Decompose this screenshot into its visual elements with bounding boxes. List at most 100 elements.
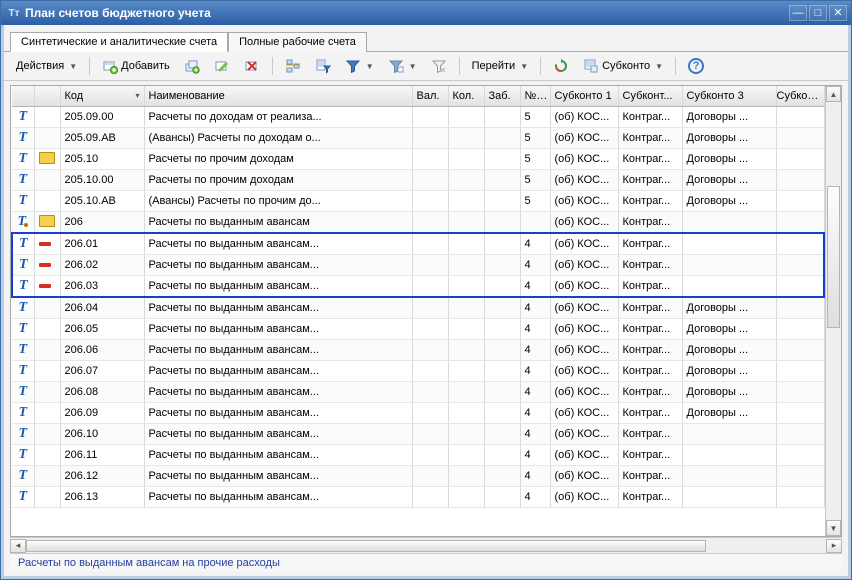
cell-name[interactable]: Расчеты по выданным авансам... xyxy=(144,275,412,297)
cell-n[interactable]: 4 xyxy=(520,402,550,423)
cell-s4[interactable] xyxy=(776,254,824,275)
cell-n[interactable]: 4 xyxy=(520,465,550,486)
cell-s2[interactable]: Контраг... xyxy=(618,190,682,211)
cell-val[interactable] xyxy=(412,360,448,381)
cell-code[interactable]: 205.10.АВ xyxy=(60,190,144,211)
cell-kol[interactable] xyxy=(448,127,484,148)
cell-val[interactable] xyxy=(412,465,448,486)
cell-zab[interactable] xyxy=(484,254,520,275)
table-row[interactable]: Т206.11Расчеты по выданным авансам...4(о… xyxy=(12,444,824,465)
cell-s4[interactable] xyxy=(776,211,824,233)
cell-s3[interactable]: Договоры ... xyxy=(682,318,776,339)
col-header-s1[interactable]: Субконто 1 xyxy=(550,86,618,106)
table-row[interactable]: Т205.10Расчеты по прочим доходам5(об) КО… xyxy=(12,148,824,169)
cell-val[interactable] xyxy=(412,275,448,297)
scroll-right-button[interactable]: ▸ xyxy=(826,539,842,553)
table-row[interactable]: Т205.09.АВ(Авансы) Расчеты по доходам о.… xyxy=(12,127,824,148)
cell-s4[interactable] xyxy=(776,106,824,127)
cell-s1[interactable]: (об) КОС... xyxy=(550,169,618,190)
cell-kol[interactable] xyxy=(448,486,484,507)
cell-n[interactable]: 4 xyxy=(520,233,550,255)
cell-s1[interactable]: (об) КОС... xyxy=(550,275,618,297)
cell-val[interactable] xyxy=(412,297,448,319)
cell-s2[interactable]: Контраг... xyxy=(618,318,682,339)
cell-s2[interactable]: Контраг... xyxy=(618,465,682,486)
scroll-thumb[interactable] xyxy=(26,540,706,552)
table-row[interactable]: Т206.08Расчеты по выданным авансам...4(о… xyxy=(12,381,824,402)
cell-val[interactable] xyxy=(412,254,448,275)
table-row[interactable]: Т206.03Расчеты по выданным авансам...4(о… xyxy=(12,275,824,297)
cell-s4[interactable] xyxy=(776,318,824,339)
cell-val[interactable] xyxy=(412,339,448,360)
cell-name[interactable]: Расчеты по выданным авансам... xyxy=(144,297,412,319)
cell-name[interactable]: Расчеты по выданным авансам... xyxy=(144,233,412,255)
cell-s4[interactable] xyxy=(776,190,824,211)
cell-s4[interactable] xyxy=(776,297,824,319)
cell-n[interactable]: 4 xyxy=(520,254,550,275)
table-row[interactable]: Т206.10Расчеты по выданным авансам...4(о… xyxy=(12,423,824,444)
grid-table[interactable]: Код▾ Наименование Вал. Кол. Заб. № ... С… xyxy=(11,86,825,508)
cell-name[interactable]: (Авансы) Расчеты по доходам о... xyxy=(144,127,412,148)
cell-name[interactable]: Расчеты по выданным авансам... xyxy=(144,486,412,507)
cell-name[interactable]: Расчеты по прочим доходам xyxy=(144,169,412,190)
cell-s2[interactable]: Контраг... xyxy=(618,402,682,423)
cell-name[interactable]: Расчеты по прочим доходам xyxy=(144,148,412,169)
table-row[interactable]: Т206.05Расчеты по выданным авансам...4(о… xyxy=(12,318,824,339)
cell-s2[interactable]: Контраг... xyxy=(618,106,682,127)
col-header-n[interactable]: № ... xyxy=(520,86,550,106)
cell-code[interactable]: 206.07 xyxy=(60,360,144,381)
cell-s4[interactable] xyxy=(776,360,824,381)
cell-s4[interactable] xyxy=(776,402,824,423)
cell-code[interactable]: 206.05 xyxy=(60,318,144,339)
cell-s4[interactable] xyxy=(776,148,824,169)
add-button[interactable]: Добавить xyxy=(96,55,176,77)
cell-s1[interactable]: (об) КОС... xyxy=(550,444,618,465)
cell-code[interactable]: 206.12 xyxy=(60,465,144,486)
filter-clear-button[interactable] xyxy=(425,55,453,77)
cell-s1[interactable]: (об) КОС... xyxy=(550,148,618,169)
refresh-button[interactable] xyxy=(547,55,575,77)
table-row[interactable]: Т206.12Расчеты по выданным авансам...4(о… xyxy=(12,465,824,486)
hierarchy-button[interactable] xyxy=(279,55,307,77)
cell-kol[interactable] xyxy=(448,423,484,444)
cell-s1[interactable]: (об) КОС... xyxy=(550,465,618,486)
cell-s1[interactable]: (об) КОС... xyxy=(550,233,618,255)
cell-code[interactable]: 206.04 xyxy=(60,297,144,319)
cell-val[interactable] xyxy=(412,148,448,169)
table-row[interactable]: Т206.04Расчеты по выданным авансам...4(о… xyxy=(12,297,824,319)
cell-kol[interactable] xyxy=(448,360,484,381)
cell-s1[interactable]: (об) КОС... xyxy=(550,486,618,507)
cell-kol[interactable] xyxy=(448,402,484,423)
cell-val[interactable] xyxy=(412,444,448,465)
cell-val[interactable] xyxy=(412,211,448,233)
cell-kol[interactable] xyxy=(448,339,484,360)
cell-zab[interactable] xyxy=(484,297,520,319)
cell-n[interactable]: 4 xyxy=(520,360,550,381)
cell-zab[interactable] xyxy=(484,190,520,211)
cell-n[interactable]: 4 xyxy=(520,339,550,360)
cell-n[interactable]: 5 xyxy=(520,190,550,211)
cell-s4[interactable] xyxy=(776,444,824,465)
cell-s2[interactable]: Контраг... xyxy=(618,444,682,465)
cell-zab[interactable] xyxy=(484,360,520,381)
cell-s3[interactable]: Договоры ... xyxy=(682,106,776,127)
table-row[interactable]: Т206.09Расчеты по выданным авансам...4(о… xyxy=(12,402,824,423)
cell-val[interactable] xyxy=(412,233,448,255)
cell-s3[interactable] xyxy=(682,211,776,233)
cell-zab[interactable] xyxy=(484,148,520,169)
cell-s4[interactable] xyxy=(776,381,824,402)
cell-kol[interactable] xyxy=(448,444,484,465)
cell-s3[interactable] xyxy=(682,486,776,507)
cell-name[interactable]: Расчеты по выданным авансам... xyxy=(144,402,412,423)
cell-s2[interactable]: Контраг... xyxy=(618,360,682,381)
cell-code[interactable]: 206.06 xyxy=(60,339,144,360)
cell-kol[interactable] xyxy=(448,169,484,190)
cell-code[interactable]: 205.10 xyxy=(60,148,144,169)
cell-s1[interactable]: (об) КОС... xyxy=(550,106,618,127)
cell-name[interactable]: Расчеты по выданным авансам... xyxy=(144,423,412,444)
cell-s1[interactable]: (об) КОС... xyxy=(550,381,618,402)
cell-val[interactable] xyxy=(412,169,448,190)
cell-s3[interactable]: Договоры ... xyxy=(682,297,776,319)
actions-menu[interactable]: Действия▼ xyxy=(10,57,83,75)
cell-name[interactable]: Расчеты по выданным авансам... xyxy=(144,444,412,465)
